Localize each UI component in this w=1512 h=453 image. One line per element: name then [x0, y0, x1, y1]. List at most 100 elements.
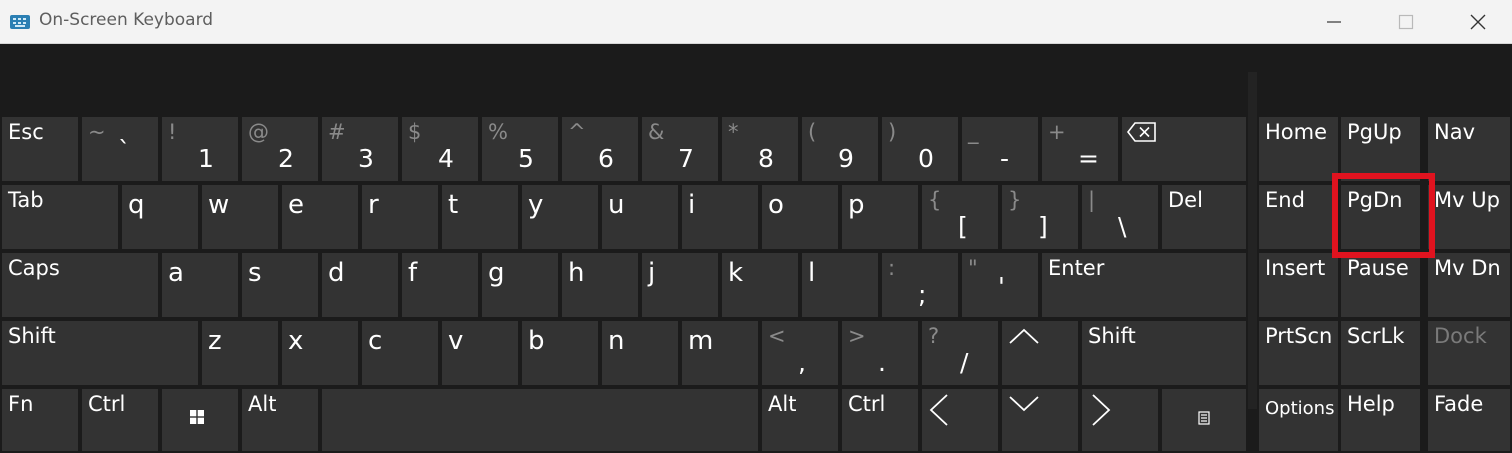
shift-symbol: }	[1008, 188, 1022, 212]
key-1[interactable]: ! 1	[162, 117, 238, 181]
key-prtscn[interactable]: PrtScn	[1259, 321, 1338, 385]
key-left-alt[interactable]: Alt	[242, 389, 318, 451]
key-4[interactable]: $ 4	[402, 117, 478, 181]
shift-symbol: <	[768, 324, 786, 348]
close-button[interactable]	[1446, 0, 1510, 44]
key-left-bracket[interactable]: { [	[922, 185, 998, 249]
key-z[interactable]: z	[202, 321, 278, 385]
key-left-ctrl[interactable]: Ctrl	[82, 389, 158, 451]
base-symbol: 9	[838, 144, 854, 173]
key-u[interactable]: u	[602, 185, 678, 249]
key-8[interactable]: * 8	[722, 117, 798, 181]
base-symbol: ;	[918, 280, 927, 309]
key-pgup[interactable]: PgUp	[1341, 117, 1420, 181]
key-arrow-down[interactable]	[1002, 389, 1078, 451]
key-5[interactable]: % 5	[482, 117, 558, 181]
key-o[interactable]: o	[762, 185, 838, 249]
key-t[interactable]: t	[442, 185, 518, 249]
key-windows[interactable]	[162, 389, 238, 451]
key-l[interactable]: l	[802, 253, 878, 317]
key-caps[interactable]: Caps	[2, 253, 158, 317]
key-right-bracket[interactable]: } ]	[1002, 185, 1078, 249]
key-left-shift[interactable]: Shift	[2, 321, 198, 385]
key-semicolon[interactable]: : ;	[882, 253, 958, 317]
key-tab[interactable]: Tab	[2, 185, 118, 249]
key-q[interactable]: q	[122, 185, 198, 249]
key-v[interactable]: v	[442, 321, 518, 385]
key-label: x	[288, 326, 304, 356]
key-right-ctrl[interactable]: Ctrl	[842, 389, 918, 451]
key-x[interactable]: x	[282, 321, 358, 385]
shift-symbol: "	[968, 256, 978, 280]
key-right-shift[interactable]: Shift	[1082, 321, 1246, 385]
key-h[interactable]: h	[562, 253, 638, 317]
key-backspace[interactable]	[1122, 117, 1246, 181]
key-7[interactable]: & 7	[642, 117, 718, 181]
key-b[interactable]: b	[522, 321, 598, 385]
key-label: Alt	[768, 392, 797, 416]
key-2[interactable]: @ 2	[242, 117, 318, 181]
minimize-button[interactable]	[1302, 0, 1366, 44]
key-esc[interactable]: Esc	[2, 117, 78, 181]
arrow-left-icon	[929, 394, 948, 426]
key-comma[interactable]: < ,	[762, 321, 838, 385]
key-mv-dn[interactable]: Mv Dn	[1428, 253, 1510, 317]
key-label: Help	[1347, 392, 1395, 416]
key-backslash[interactable]: | \	[1082, 185, 1158, 249]
key-0[interactable]: ) 0	[882, 117, 958, 181]
maximize-button[interactable]	[1374, 0, 1438, 44]
key-insert[interactable]: Insert	[1259, 253, 1338, 317]
key-options[interactable]: Options	[1259, 389, 1338, 451]
key-slash[interactable]: ? /	[922, 321, 998, 385]
key-equals[interactable]: + =	[1042, 117, 1118, 181]
key-g[interactable]: g	[482, 253, 558, 317]
key-pgdn[interactable]: PgDn	[1341, 185, 1420, 249]
key-enter[interactable]: Enter	[1042, 253, 1246, 317]
key-3[interactable]: # 3	[322, 117, 398, 181]
key-fade[interactable]: Fade	[1428, 389, 1510, 451]
key-r[interactable]: r	[362, 185, 438, 249]
window-title: On-Screen Keyboard	[39, 10, 214, 30]
key-scrlk[interactable]: ScrLk	[1341, 321, 1420, 385]
key-f[interactable]: f	[402, 253, 478, 317]
key-arrow-right[interactable]	[1082, 389, 1158, 451]
shift-symbol: *	[728, 120, 739, 144]
key-nav[interactable]: Nav	[1428, 117, 1510, 181]
key-label: Shift	[1088, 324, 1136, 348]
minimize-icon	[1327, 21, 1341, 23]
key-space[interactable]	[322, 389, 758, 451]
key-pause[interactable]: Pause	[1341, 253, 1420, 317]
key-arrow-up[interactable]	[1002, 321, 1078, 385]
key-del[interactable]: Del	[1162, 185, 1246, 249]
key-c[interactable]: c	[362, 321, 438, 385]
key-mv-up[interactable]: Mv Up	[1428, 185, 1510, 249]
key-e[interactable]: e	[282, 185, 358, 249]
key-m[interactable]: m	[682, 321, 758, 385]
key-home[interactable]: Home	[1259, 117, 1338, 181]
key-period[interactable]: > .	[842, 321, 918, 385]
key-j[interactable]: j	[642, 253, 718, 317]
key-d[interactable]: d	[322, 253, 398, 317]
key-dock[interactable]: Dock	[1428, 321, 1510, 385]
key-menu[interactable]	[1162, 389, 1246, 451]
key-w[interactable]: w	[202, 185, 278, 249]
key-6[interactable]: ^ 6	[562, 117, 638, 181]
key-help[interactable]: Help	[1341, 389, 1420, 451]
key-right-alt[interactable]: Alt	[762, 389, 838, 451]
key-n[interactable]: n	[602, 321, 678, 385]
key-i[interactable]: i	[682, 185, 758, 249]
key-y[interactable]: y	[522, 185, 598, 249]
key-label: e	[288, 190, 304, 220]
key-s[interactable]: s	[242, 253, 318, 317]
key-end[interactable]: End	[1259, 185, 1338, 249]
key-a[interactable]: a	[162, 253, 238, 317]
key-p[interactable]: p	[842, 185, 918, 249]
key-k[interactable]: k	[722, 253, 798, 317]
key-minus[interactable]: _ -	[962, 117, 1038, 181]
key-9[interactable]: ( 9	[802, 117, 878, 181]
key-label: Mv Up	[1434, 188, 1500, 212]
key-fn[interactable]: Fn	[2, 389, 78, 451]
key-backtick[interactable]: ~ `	[82, 117, 158, 181]
key-arrow-left[interactable]	[922, 389, 998, 451]
key-quote[interactable]: " '	[962, 253, 1038, 317]
